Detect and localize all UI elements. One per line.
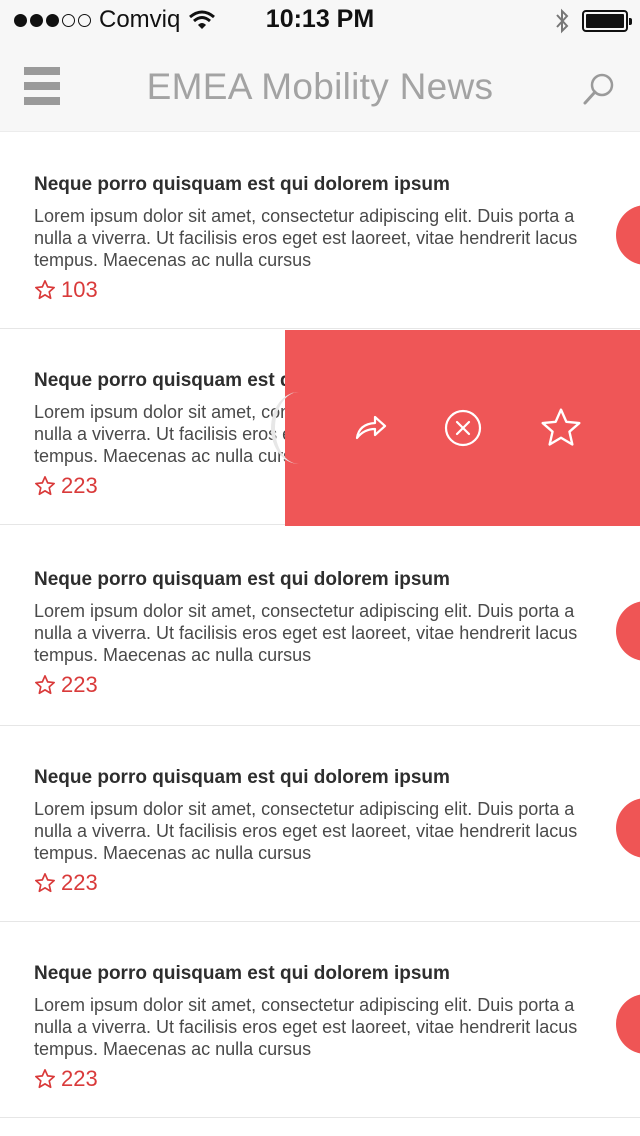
page-title: EMEA Mobility News — [146, 66, 494, 107]
article-title: Neque porro quisquam est qui dolorem ips… — [34, 569, 450, 590]
star-count: 223 — [34, 672, 98, 698]
article-title: Neque porro quisquam est qui dolorem ips… — [34, 767, 450, 788]
close-circle-icon[interactable] — [443, 408, 483, 448]
news-card[interactable]: Neque porro quisquam est qui dolorem ips… — [0, 922, 640, 1118]
article-body: Lorem ipsum dolor sit amet, consectetur … — [34, 995, 578, 1059]
star-count-value: 223 — [61, 672, 98, 697]
news-card[interactable]: Neque porro quisquam est qui dolorem ips… — [0, 726, 640, 922]
share-icon[interactable] — [351, 408, 391, 448]
swipe-handle[interactable] — [616, 798, 640, 858]
star-icon — [35, 675, 55, 695]
star-count-value: 223 — [61, 473, 98, 498]
star-icon[interactable] — [539, 406, 583, 450]
news-feed: Neque porro quisquam est qui dolorem ips… — [0, 133, 640, 1118]
star-count: 103 — [34, 277, 98, 303]
article-body: Lorem ipsum dolor sit amet, consectetur … — [34, 601, 578, 665]
status-bar: Comviq 10:13 PM — [0, 0, 640, 40]
star-icon — [35, 476, 55, 496]
swipe-handle[interactable] — [616, 205, 640, 265]
star-icon — [35, 873, 55, 893]
bluetooth-icon — [556, 8, 569, 34]
star-count-value: 223 — [61, 1066, 98, 1091]
swipe-action-panel — [271, 330, 640, 526]
star-icon — [35, 1069, 55, 1089]
star-count-value: 103 — [61, 277, 98, 302]
star-count: 223 — [34, 870, 98, 896]
article-body: Lorem ipsum dolor sit amet, consectetur … — [34, 799, 578, 863]
star-count: 223 — [34, 473, 98, 499]
battery-level — [586, 14, 624, 28]
search-icon[interactable] — [582, 72, 616, 106]
article-body: Lorem ipsum dolor sit amet, consectetur … — [34, 206, 578, 270]
nav-bar: EMEA Mobility News — [0, 40, 640, 132]
swipe-handle[interactable] — [616, 601, 640, 661]
news-card[interactable]: Neque porro quisquam est qui dolorem ips… — [0, 133, 640, 329]
status-time: 10:13 PM — [265, 5, 375, 33]
news-card[interactable]: Neque porro quisquam est qui dolorem ips… — [0, 525, 640, 726]
article-title: Neque porro quisquam est qui dolorem ips… — [34, 174, 450, 195]
battery-icon — [582, 10, 632, 32]
swipe-handle[interactable] — [616, 994, 640, 1054]
star-count: 223 — [34, 1066, 98, 1092]
star-count-value: 223 — [61, 870, 98, 895]
article-title: Neque porro quisquam est qui dolorem ips… — [34, 963, 450, 984]
star-icon — [35, 280, 55, 300]
swipe-handle[interactable] — [271, 392, 327, 464]
